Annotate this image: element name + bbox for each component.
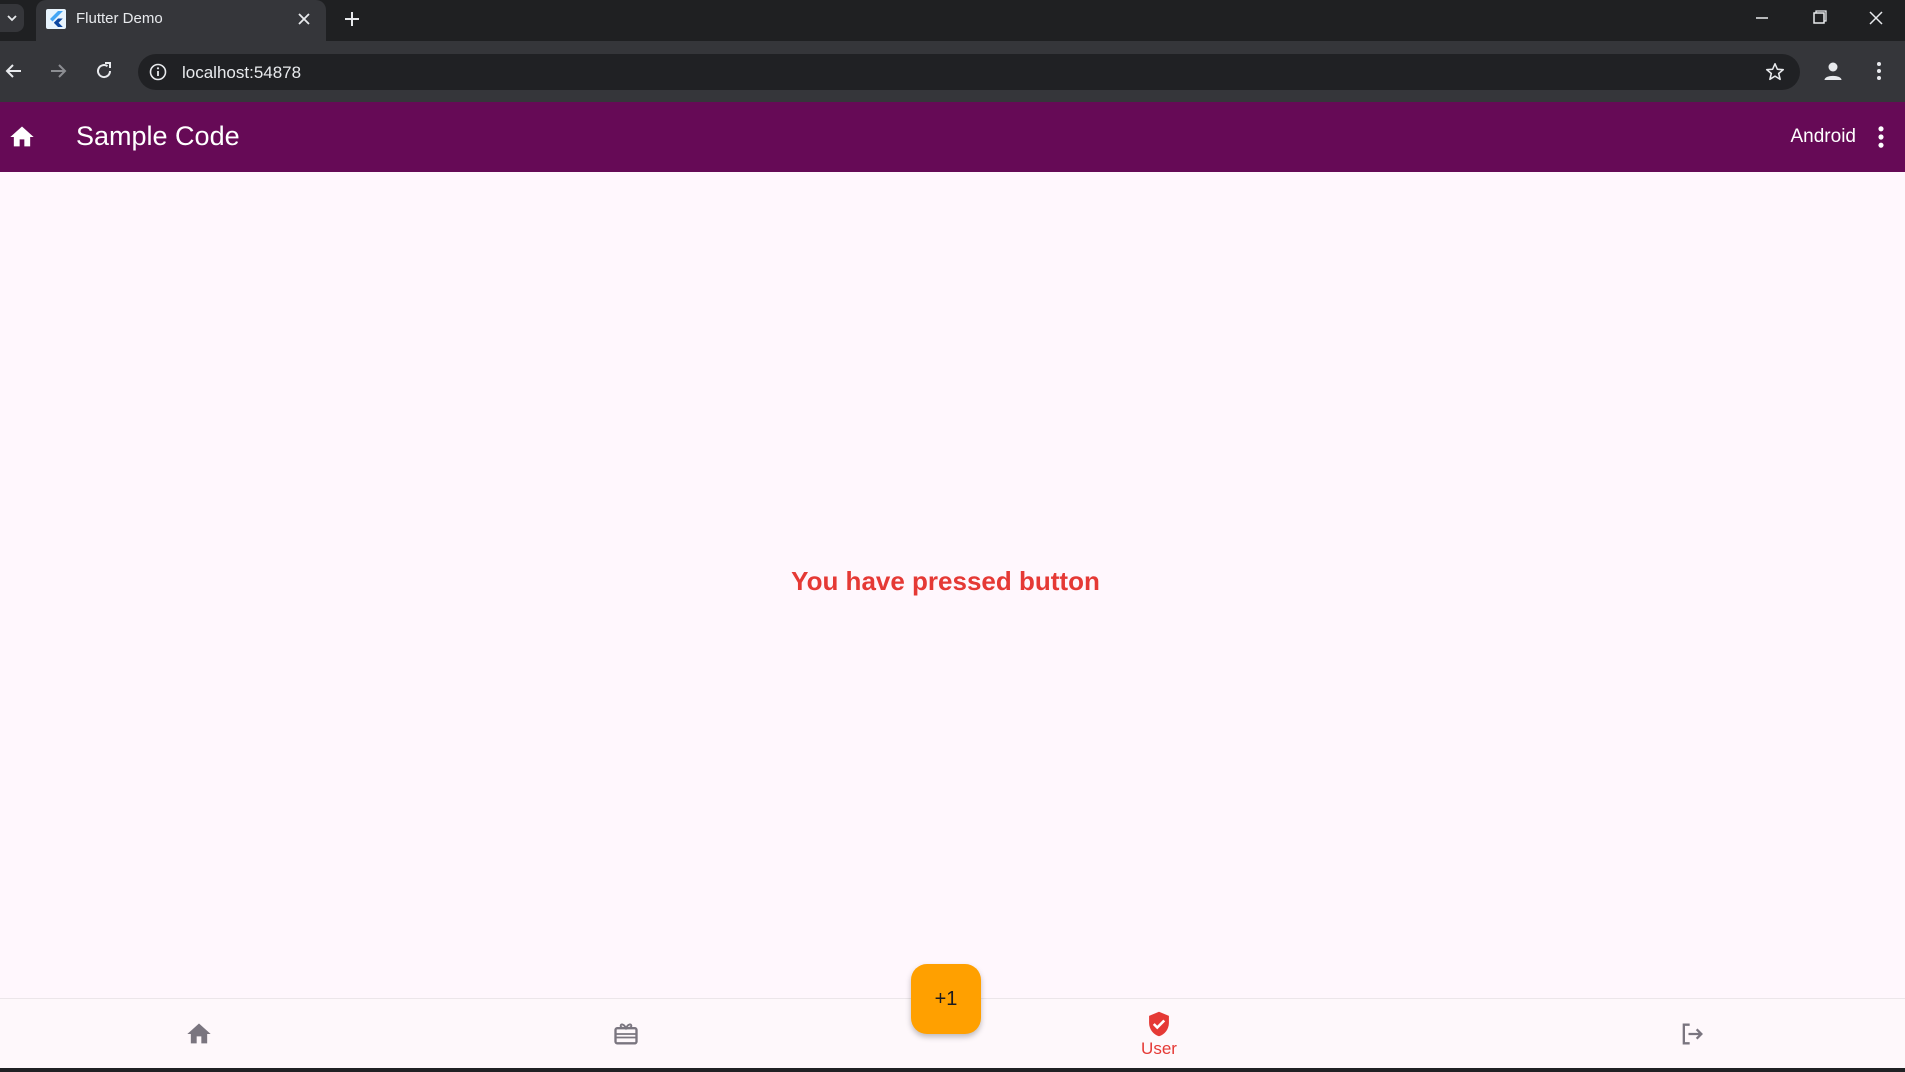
- flutter-logo-icon: [46, 9, 66, 29]
- logout-icon: [1682, 1023, 1703, 1045]
- app-bar: Sample Code Android: [0, 102, 1905, 172]
- bottom-nav-user[interactable]: User: [1089, 999, 1229, 1069]
- page-title: Sample Code: [76, 121, 240, 151]
- bottom-nav-logout[interactable]: [1622, 999, 1762, 1069]
- window-bottom-edge: [0, 1068, 1905, 1072]
- bookmark-star-icon[interactable]: [1764, 61, 1786, 83]
- fab-label: +1: [934, 987, 958, 1010]
- chevron-down-icon: [7, 15, 17, 22]
- url-text[interactable]: localhost:54878: [182, 63, 301, 83]
- back-arrow-icon[interactable]: [2, 59, 26, 83]
- address-bar[interactable]: localhost:54878: [138, 54, 1800, 90]
- app-viewport: Sample Code Android You have pressed but…: [0, 102, 1905, 1072]
- home-icon: [187, 1023, 211, 1044]
- tab-title: Flutter Demo: [76, 10, 163, 27]
- window-close-icon[interactable]: [1864, 8, 1888, 28]
- profile-icon[interactable]: [1821, 59, 1845, 83]
- site-info-icon[interactable]: [148, 62, 168, 82]
- restore-icon[interactable]: [1807, 8, 1831, 28]
- browser-menu-icon[interactable]: [1867, 59, 1891, 83]
- platform-label[interactable]: Android: [1791, 126, 1857, 148]
- reload-icon[interactable]: [92, 59, 116, 83]
- browser-toolbar: localhost:54878: [0, 41, 1905, 102]
- browser-tab[interactable]: Flutter Demo: [36, 0, 326, 41]
- browser-tab-strip: Flutter Demo: [0, 0, 1905, 41]
- bottom-nav-gift[interactable]: [556, 999, 696, 1069]
- home-icon[interactable]: [8, 123, 36, 151]
- pressed-message: You have pressed button: [791, 566, 1100, 596]
- minimize-icon[interactable]: [1750, 8, 1774, 28]
- increment-fab[interactable]: +1: [911, 964, 981, 1034]
- verified-user-icon: [1149, 1011, 1169, 1036]
- tab-search-button[interactable]: [0, 4, 24, 32]
- forward-arrow-icon[interactable]: [46, 59, 70, 83]
- card-giftcard-icon: [614, 1023, 638, 1045]
- bottom-nav-home[interactable]: [129, 999, 269, 1069]
- new-tab-icon[interactable]: [340, 7, 364, 31]
- more-vert-icon[interactable]: [1867, 123, 1895, 151]
- bottom-nav-user-label: User: [1141, 1038, 1177, 1058]
- close-icon[interactable]: [294, 9, 314, 29]
